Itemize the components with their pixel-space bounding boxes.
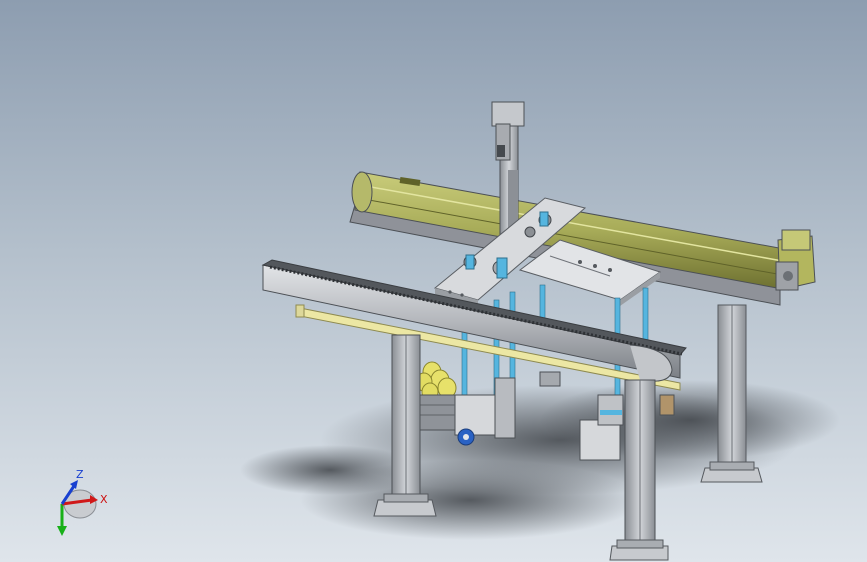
servo-motor[interactable] — [775, 229, 816, 291]
y-axis-arrow-icon — [57, 526, 67, 536]
cad-viewport[interactable]: X Z — [0, 0, 867, 562]
x-axis-label: X — [100, 493, 108, 506]
axis-triad: X Z — [57, 468, 108, 536]
roller-bank — [415, 361, 457, 431]
gantry-robot-model[interactable] — [0, 0, 867, 562]
ground-shadow — [240, 380, 840, 540]
z-axis-label: Z — [76, 468, 84, 481]
